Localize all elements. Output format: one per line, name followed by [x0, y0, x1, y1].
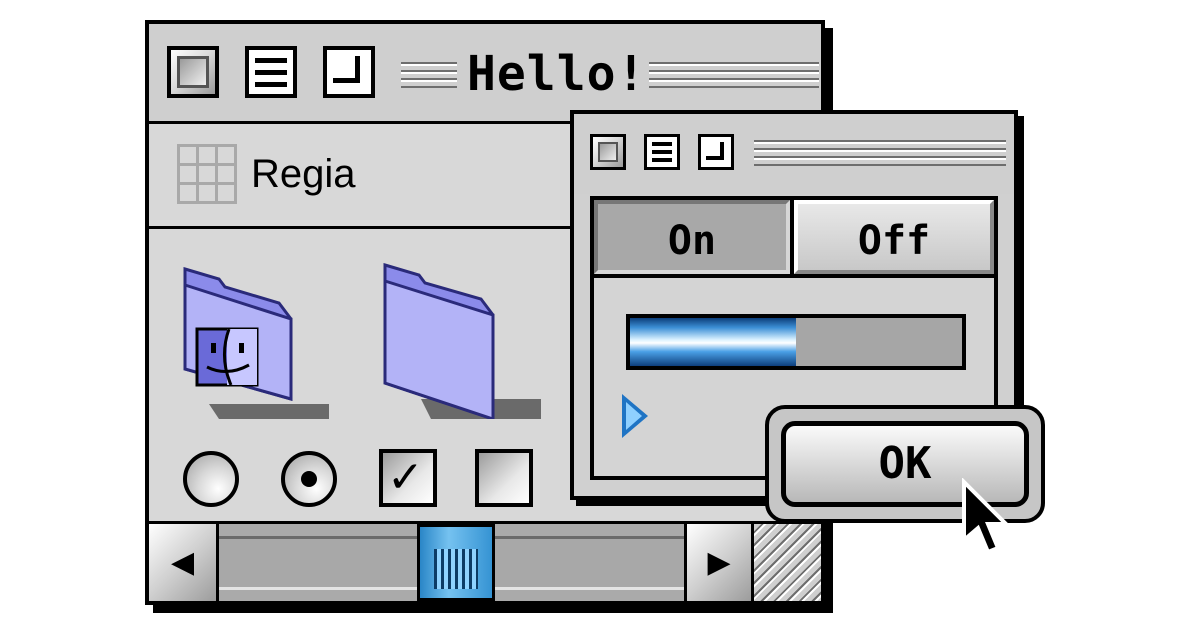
- segment-on[interactable]: On: [594, 200, 790, 274]
- title-stripes-right: [649, 58, 819, 88]
- horizontal-scrollbar[interactable]: ◀ ▶: [149, 521, 821, 601]
- dialog-titlebar[interactable]: [574, 114, 1014, 194]
- checkbox-1[interactable]: ✓: [379, 449, 437, 507]
- scroll-right-arrow-icon[interactable]: ▶: [684, 524, 754, 601]
- collapse-box-icon[interactable]: [245, 46, 297, 98]
- progress-bar-fill: [630, 318, 796, 366]
- dialog-title-stripes: [754, 136, 1006, 166]
- radio-button-2[interactable]: [281, 451, 337, 507]
- mouse-pointer-icon: [962, 478, 1011, 555]
- scroll-left-arrow-icon[interactable]: ◀: [149, 524, 219, 601]
- on-off-segmented-control: On Off: [590, 196, 998, 278]
- scroll-thumb[interactable]: [417, 524, 495, 601]
- zoom-box-icon[interactable]: [323, 46, 375, 98]
- title-stripes-left: [401, 58, 457, 88]
- grid-view-icon[interactable]: [177, 144, 237, 204]
- progress-bar: [626, 314, 966, 370]
- close-box-icon[interactable]: [167, 46, 219, 98]
- resize-grip-icon[interactable]: [754, 524, 821, 601]
- disclosure-triangle-icon[interactable]: [622, 394, 648, 438]
- check-icon: ✓: [387, 452, 424, 503]
- segment-off[interactable]: Off: [794, 200, 994, 274]
- dialog-close-box-icon[interactable]: [590, 134, 626, 170]
- checkbox-2[interactable]: [475, 449, 533, 507]
- finder-folder-icon[interactable]: [179, 259, 339, 419]
- grip-icon: [434, 549, 478, 589]
- folder-icon[interactable]: [381, 259, 551, 419]
- dialog-collapse-box-icon[interactable]: [644, 134, 680, 170]
- header-label: Regia: [251, 152, 356, 196]
- dialog-zoom-box-icon[interactable]: [698, 134, 734, 170]
- window-title: Hello!: [467, 46, 647, 102]
- radio-button-1[interactable]: [183, 451, 239, 507]
- main-titlebar[interactable]: Hello!: [149, 24, 821, 124]
